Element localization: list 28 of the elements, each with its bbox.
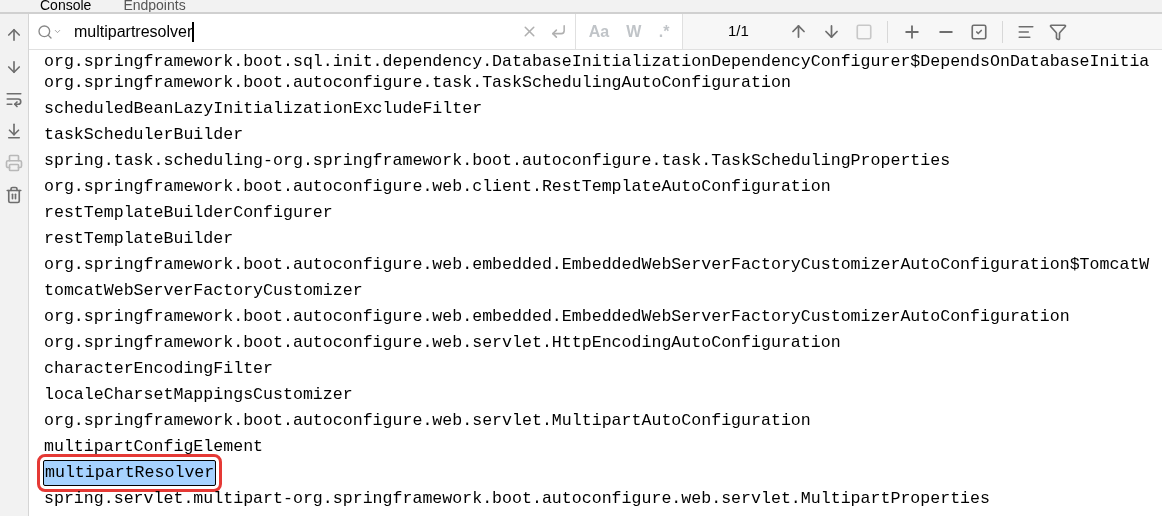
log-line: org.springframework.boot.autoconfigure.task.TaskSchedulingAutoConfiguration [43, 71, 792, 94]
down-arrow-icon[interactable] [5, 58, 23, 76]
soft-wrap-icon[interactable] [5, 90, 23, 108]
log-line: org.springframework.boot.autoconfigure.web.servlet.MultipartAutoConfiguration [43, 409, 812, 432]
tab[interactable]: Console [40, 0, 92, 12]
scroll-to-end-icon[interactable] [5, 122, 23, 140]
log-line: tomcatWebServerFactoryCustomizer [43, 279, 364, 302]
match-count: 1/1 [728, 21, 749, 42]
log-line: org.springframework.boot.autoconfigure.web.embedded.EmbeddedWebServerFactoryCustomizerAutoConfiguration [43, 305, 1071, 328]
tab[interactable]: Endpoints [123, 0, 186, 12]
log-line: taskSchedulerBuilder [43, 123, 245, 146]
log-line: org.springframework.boot.autoconfigure.web.embedded.EmbeddedWebServerFactoryCustomizerAutoConfiguration$TomcatW [43, 253, 1151, 276]
log-line: org.springframework.boot.autoconfigure.web.client.RestTemplateAutoConfiguration [43, 175, 832, 198]
log-line: characterEncodingFilter [43, 357, 275, 380]
trash-icon[interactable] [5, 186, 23, 204]
log-line: localeCharsetMappingsCustomizer [43, 383, 354, 406]
log-line: restTemplateBuilderConfigurer [43, 201, 334, 224]
filter-icon[interactable] [1048, 22, 1067, 41]
search-icon[interactable] [37, 23, 62, 40]
search-field[interactable]: multipartresolver [29, 14, 575, 49]
log-line: multipartConfigElement [43, 435, 265, 458]
log-line: org.springframework.boot.autoconfigure.web.servlet.HttpEncodingAutoConfiguration [43, 331, 842, 354]
select-all-icon[interactable] [969, 22, 988, 41]
log-line: org.springframework.boot.sql.init.dependency.DatabaseInitializationDependencyConfigurer$DependsOnDatabaseInitia [43, 51, 1151, 73]
log-line: spring.servlet.multipart-org.springframework.boot.autoconfigure.web.servlet.MultipartProperties [43, 487, 991, 510]
log-line: spring.task.scheduling-org.springframework.boot.autoconfigure.task.TaskSchedulingProperties [43, 149, 952, 172]
log-line: scheduledBeanLazyInitializationExcludeFilter [43, 97, 484, 120]
log-line: restTemplateBuilder [43, 227, 235, 250]
